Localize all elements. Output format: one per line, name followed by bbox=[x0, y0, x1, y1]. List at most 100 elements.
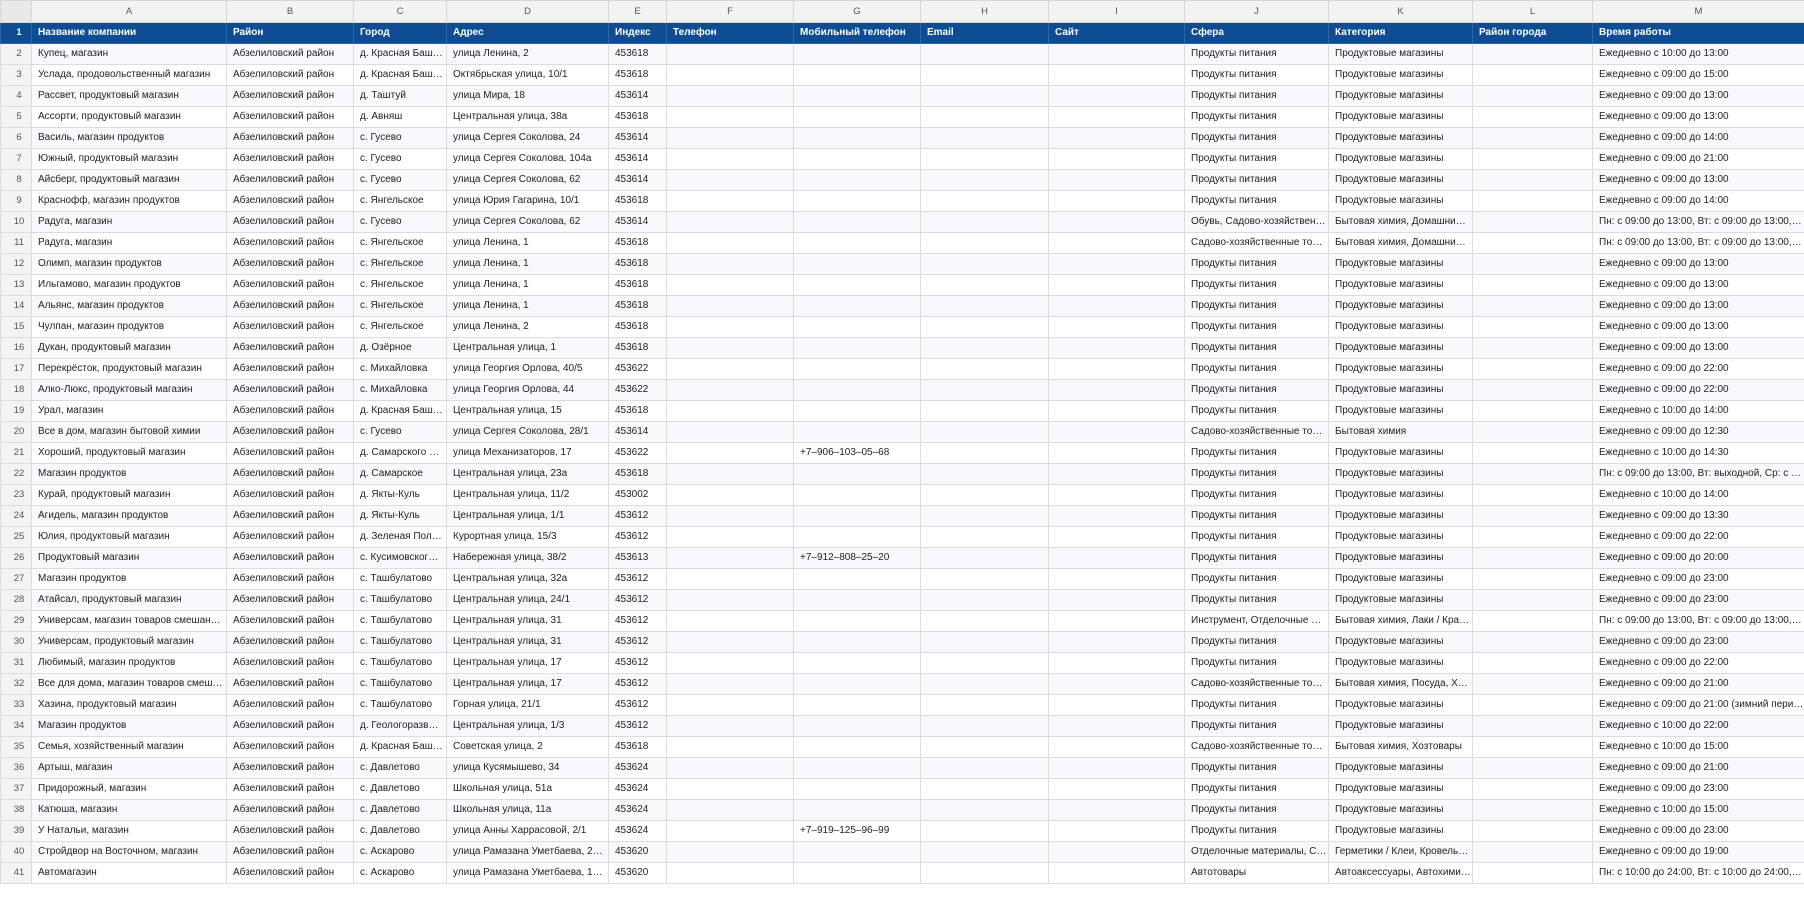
table-cell[interactable] bbox=[666, 589, 794, 611]
table-cell[interactable] bbox=[920, 358, 1049, 380]
table-cell[interactable]: Продуктовые магазины bbox=[1328, 43, 1473, 65]
table-cell[interactable]: Абзелиловский район bbox=[226, 694, 354, 716]
table-cell[interactable] bbox=[1048, 400, 1185, 422]
table-cell[interactable] bbox=[793, 610, 921, 632]
table-cell[interactable] bbox=[666, 421, 794, 443]
table-cell[interactable] bbox=[1048, 211, 1185, 233]
row-number[interactable]: 30 bbox=[0, 631, 32, 653]
table-cell[interactable] bbox=[1048, 64, 1185, 86]
table-cell[interactable] bbox=[1472, 715, 1593, 737]
table-cell[interactable] bbox=[793, 736, 921, 758]
table-cell[interactable] bbox=[920, 757, 1049, 779]
table-cell[interactable]: улица Рамазана Уметбаева, 25… bbox=[446, 841, 609, 863]
table-cell[interactable]: Ежедневно с 09:00 до 22:00 bbox=[1592, 379, 1804, 401]
row-number[interactable]: 5 bbox=[0, 106, 32, 128]
table-cell[interactable] bbox=[1048, 295, 1185, 317]
table-cell[interactable]: Продуктовые магазины bbox=[1328, 799, 1473, 821]
table-cell[interactable] bbox=[920, 505, 1049, 527]
table-cell[interactable]: д. Авняш bbox=[353, 106, 447, 128]
table-cell[interactable]: Абзелиловский район bbox=[226, 43, 354, 65]
row-number[interactable]: 35 bbox=[0, 736, 32, 758]
table-cell[interactable]: Отделочные материалы, С… bbox=[1184, 841, 1329, 863]
table-cell[interactable]: Продуктовые магазины bbox=[1328, 337, 1473, 359]
table-cell[interactable] bbox=[920, 253, 1049, 275]
table-cell[interactable]: Хороший, продуктовый магазин bbox=[31, 442, 227, 464]
table-cell[interactable]: Продукты питания bbox=[1184, 442, 1329, 464]
table-cell[interactable]: 453612 bbox=[608, 694, 667, 716]
table-cell[interactable]: улица Ленина, 1 bbox=[446, 232, 609, 254]
table-cell[interactable] bbox=[666, 43, 794, 65]
table-cell[interactable] bbox=[920, 547, 1049, 569]
table-cell[interactable] bbox=[793, 799, 921, 821]
table-cell[interactable]: Продукты питания bbox=[1184, 127, 1329, 149]
table-cell[interactable] bbox=[793, 862, 921, 884]
table-cell[interactable]: Продукты питания bbox=[1184, 148, 1329, 170]
table-cell[interactable]: Продуктовые магазины bbox=[1328, 169, 1473, 191]
table-cell[interactable]: Магазин продуктов bbox=[31, 715, 227, 737]
table-cell[interactable]: 453620 bbox=[608, 862, 667, 884]
table-cell[interactable]: 453612 bbox=[608, 673, 667, 695]
table-cell[interactable] bbox=[920, 799, 1049, 821]
column-header[interactable]: F bbox=[666, 0, 794, 23]
row-number[interactable]: 24 bbox=[0, 505, 32, 527]
table-cell[interactable]: Ассорти, продуктовый магазин bbox=[31, 106, 227, 128]
row-number[interactable]: 20 bbox=[0, 421, 32, 443]
table-cell[interactable]: 453618 bbox=[608, 106, 667, 128]
table-cell[interactable]: Дукан, продуктовый магазин bbox=[31, 337, 227, 359]
table-cell[interactable] bbox=[793, 505, 921, 527]
header-cell[interactable]: Название компании bbox=[31, 22, 227, 44]
table-cell[interactable] bbox=[1472, 547, 1593, 569]
table-cell[interactable]: Продукты питания bbox=[1184, 274, 1329, 296]
table-cell[interactable]: Ежедневно с 10:00 до 14:00 bbox=[1592, 400, 1804, 422]
table-cell[interactable] bbox=[1472, 820, 1593, 842]
table-cell[interactable]: Инструмент, Отделочные … bbox=[1184, 610, 1329, 632]
table-cell[interactable] bbox=[1472, 169, 1593, 191]
row-number[interactable]: 29 bbox=[0, 610, 32, 632]
table-cell[interactable]: 453618 bbox=[608, 253, 667, 275]
table-cell[interactable]: Ежедневно с 09:00 до 13:00 bbox=[1592, 253, 1804, 275]
table-cell[interactable]: Олимп, магазин продуктов bbox=[31, 253, 227, 275]
table-cell[interactable]: Центральная улица, 23а bbox=[446, 463, 609, 485]
table-cell[interactable]: Абзелиловский район bbox=[226, 337, 354, 359]
table-cell[interactable]: Абзелиловский район bbox=[226, 589, 354, 611]
table-cell[interactable]: Продуктовые магазины bbox=[1328, 85, 1473, 107]
table-cell[interactable]: Продукты питания bbox=[1184, 799, 1329, 821]
table-cell[interactable]: Продуктовые магазины bbox=[1328, 274, 1473, 296]
table-cell[interactable]: улица Кусямышево, 34 bbox=[446, 757, 609, 779]
table-cell[interactable]: Ежедневно с 09:00 до 15:00 bbox=[1592, 64, 1804, 86]
table-cell[interactable]: +7–912–808–25–20 bbox=[793, 547, 921, 569]
table-cell[interactable] bbox=[666, 568, 794, 590]
table-cell[interactable]: улица Ленина, 1 bbox=[446, 295, 609, 317]
table-cell[interactable]: 453613 bbox=[608, 547, 667, 569]
table-cell[interactable]: Курай, продуктовый магазин bbox=[31, 484, 227, 506]
table-cell[interactable] bbox=[793, 673, 921, 695]
table-cell[interactable] bbox=[920, 841, 1049, 863]
table-cell[interactable]: Ежедневно с 10:00 до 14:30 bbox=[1592, 442, 1804, 464]
column-header[interactable]: C bbox=[353, 0, 447, 23]
table-cell[interactable] bbox=[920, 232, 1049, 254]
table-cell[interactable]: Садово-хозяйственные то… bbox=[1184, 736, 1329, 758]
table-cell[interactable]: Продукты питания bbox=[1184, 253, 1329, 275]
table-cell[interactable] bbox=[1472, 568, 1593, 590]
column-header[interactable]: B bbox=[226, 0, 354, 23]
table-cell[interactable]: Ежедневно с 09:00 до 14:00 bbox=[1592, 190, 1804, 212]
table-cell[interactable] bbox=[666, 379, 794, 401]
row-number[interactable]: 1 bbox=[0, 22, 32, 44]
table-cell[interactable]: улица Сергея Соколова, 62 bbox=[446, 211, 609, 233]
table-cell[interactable] bbox=[793, 568, 921, 590]
table-cell[interactable] bbox=[1048, 43, 1185, 65]
table-cell[interactable]: улица Ленина, 2 bbox=[446, 316, 609, 338]
table-cell[interactable]: Абзелиловский район bbox=[226, 547, 354, 569]
table-cell[interactable] bbox=[1472, 253, 1593, 275]
table-cell[interactable]: 453612 bbox=[608, 568, 667, 590]
table-cell[interactable]: Абзелиловский район bbox=[226, 358, 354, 380]
table-cell[interactable] bbox=[666, 631, 794, 653]
table-cell[interactable] bbox=[666, 841, 794, 863]
table-cell[interactable] bbox=[793, 379, 921, 401]
table-cell[interactable]: 453618 bbox=[608, 274, 667, 296]
table-cell[interactable]: Ежедневно с 09:00 до 23:00 bbox=[1592, 568, 1804, 590]
table-cell[interactable] bbox=[793, 64, 921, 86]
table-cell[interactable]: Бытовая химия, Домашни… bbox=[1328, 232, 1473, 254]
table-cell[interactable] bbox=[1048, 85, 1185, 107]
table-cell[interactable] bbox=[666, 253, 794, 275]
